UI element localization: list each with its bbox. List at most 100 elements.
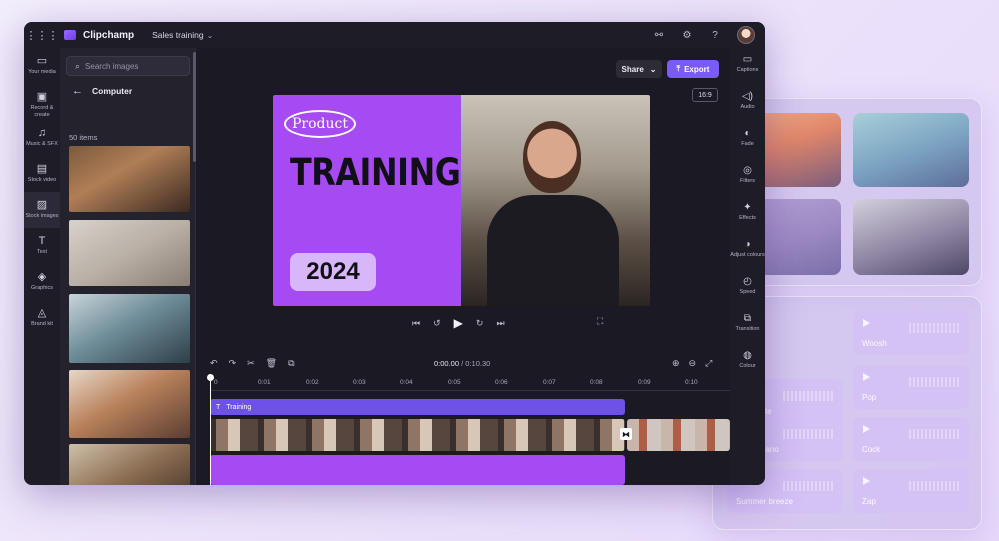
nav-stock-images[interactable]: ▨ Stock images (24, 192, 60, 228)
skip-back-icon[interactable]: ⏮ (412, 318, 420, 329)
prop-effects[interactable]: ✦ Effects (730, 196, 765, 233)
nav-record-create[interactable]: ▣ Record & create (24, 84, 60, 120)
speed-icon: ◴ (743, 276, 752, 287)
stock-image-thumbnail[interactable] (69, 444, 190, 485)
transition-icon[interactable]: ⧓ (620, 428, 632, 440)
stock-image-thumbnail[interactable] (69, 146, 190, 212)
share-button[interactable]: Share ⌄ (616, 60, 662, 78)
playhead[interactable] (210, 377, 211, 485)
video-clip[interactable] (210, 419, 625, 451)
prop-fade[interactable]: ◐ Fade (730, 122, 765, 159)
fit-icon[interactable]: ⤢ (705, 358, 712, 369)
text-clip[interactable]: T Training (210, 399, 625, 415)
skip-forward-icon[interactable]: ⏭ (496, 318, 504, 329)
tick-label: 0:08 (590, 379, 603, 386)
right-properties-rail: ▭ Captions ◁) Audio ◐ Fade ◎ Filters ✦ E… (730, 48, 765, 485)
nav-graphics[interactable]: ◈ Graphics (24, 264, 60, 300)
preview-badge: Product (284, 110, 356, 138)
top-bar: ⋮⋮⋮ Clipchamp Sales training ⌄ ⚯ ⚙ ? (24, 22, 765, 48)
media-scrollbar[interactable] (193, 52, 196, 162)
timeline-ruler[interactable]: 0 0:01 0:02 0:03 0:04 0:05 0:06 0:07 0:0… (210, 377, 730, 391)
stock-image-thumbnail[interactable] (69, 294, 190, 363)
nav-text[interactable]: T Text (24, 228, 60, 264)
search-icon: ⌕ (75, 60, 81, 71)
prop-label: Transition (735, 326, 760, 332)
presenter-head (523, 121, 581, 193)
timeline-toolbar: ↶ ↷ ✂ 🗑 ⧉ (210, 358, 295, 369)
clipchamp-logo (64, 30, 76, 40)
upload-icon: ⤒ (676, 64, 681, 73)
prop-colour[interactable]: ◍ Colour (730, 344, 765, 381)
redo-icon[interactable]: ↷ (229, 358, 237, 369)
project-title[interactable]: Sales training (152, 30, 204, 40)
rewind-icon[interactable]: ↺ (433, 318, 441, 329)
nav-label: Stock images (25, 213, 59, 219)
export-button[interactable]: ⤒ Export (667, 60, 719, 78)
video-clip[interactable] (627, 419, 730, 451)
zoom-out-icon[interactable]: ⊖ (689, 358, 697, 369)
speaker-icon: ◁) (741, 91, 754, 102)
tick-label: 0:01 (258, 379, 271, 386)
nav-label: Record & create (30, 105, 54, 118)
undo-icon[interactable]: ↶ (210, 358, 218, 369)
prop-label: Colour (739, 363, 756, 369)
folder-title: Computer (92, 86, 133, 96)
text-clip-label: Training (226, 403, 252, 411)
filters-icon: ◎ (743, 165, 752, 176)
audio-clip[interactable] (210, 455, 625, 485)
audio-card: Zap (853, 469, 969, 513)
app-launcher-icon[interactable]: ⋮⋮⋮ (24, 29, 60, 42)
prop-filters[interactable]: ◎ Filters (730, 159, 765, 196)
avatar[interactable] (737, 26, 755, 44)
fullscreen-icon[interactable]: ⛶ (597, 316, 603, 327)
nav-music-sfx[interactable]: ♫ Music & SFX (24, 120, 60, 156)
presenter-body (487, 195, 619, 306)
video-preview[interactable]: Product TRAINING 2024 (273, 95, 650, 306)
split-icon[interactable]: ✂ (247, 358, 255, 369)
prop-audio[interactable]: ◁) Audio (730, 85, 765, 122)
play-icon[interactable]: ▶ (454, 316, 463, 330)
nav-your-media[interactable]: ▭ Your media (24, 48, 60, 84)
chevron-down-icon[interactable]: ⌄ (207, 31, 214, 40)
nav-brand-kit[interactable]: ◬ Brand kit (24, 300, 60, 336)
tick-label: 0:10 (685, 379, 698, 386)
stock-image-thumbnail[interactable] (69, 370, 190, 438)
prop-speed[interactable]: ◴ Speed (730, 270, 765, 307)
background-thumbnail (853, 113, 969, 187)
forward-icon[interactable]: ↻ (476, 318, 484, 329)
share-link-icon[interactable]: ⚯ (653, 30, 665, 41)
duplicate-icon[interactable]: ⧉ (288, 358, 294, 369)
gear-icon[interactable]: ⚙ (681, 30, 693, 41)
colour-icon: ◍ (743, 350, 752, 361)
nav-label: Text (36, 249, 48, 255)
transition-icon: ⧉ (743, 313, 752, 324)
search-box[interactable]: ⌕ (66, 56, 190, 76)
delete-icon[interactable]: 🗑 (266, 358, 277, 369)
duration: / 0:10.30 (461, 359, 491, 368)
prop-transition[interactable]: ⧉ Transition (730, 307, 765, 344)
back-arrow-icon[interactable]: ← (72, 85, 83, 97)
nav-stock-video[interactable]: ▤ Stock video (24, 156, 60, 192)
fade-icon: ◐ (744, 128, 751, 139)
zoom-in-icon[interactable]: ⊕ (672, 358, 680, 369)
prop-captions[interactable]: ▭ Captions (730, 48, 765, 85)
prop-adjust-colours[interactable]: ◑ Adjust colours (730, 233, 765, 270)
tick-label: 0:02 (306, 379, 319, 386)
folder-header: ← Computer (72, 85, 132, 97)
search-input[interactable] (85, 61, 176, 71)
background-thumbnail (853, 199, 969, 275)
playhead-handle[interactable] (207, 374, 214, 381)
stock-image-thumbnail[interactable] (69, 220, 190, 286)
preview-title-card: Product TRAINING 2024 (273, 95, 461, 306)
left-nav-rail: ▭ Your media ▣ Record & create ♫ Music &… (24, 48, 60, 485)
preview-year: 2024 (290, 253, 376, 291)
zoom-controls: ⊕ ⊖ ⤢ (672, 358, 712, 369)
prop-label: Speed (739, 289, 756, 295)
time-readout: 0:00.00 / 0:10.30 (434, 359, 490, 368)
help-icon[interactable]: ? (709, 30, 721, 41)
image-icon: ▨ (36, 199, 48, 211)
tick-label: 0:05 (448, 379, 461, 386)
prop-label: Audio (740, 104, 755, 110)
aspect-ratio-button[interactable]: 16:9 (692, 88, 718, 102)
camera-icon: ▣ (36, 91, 48, 103)
